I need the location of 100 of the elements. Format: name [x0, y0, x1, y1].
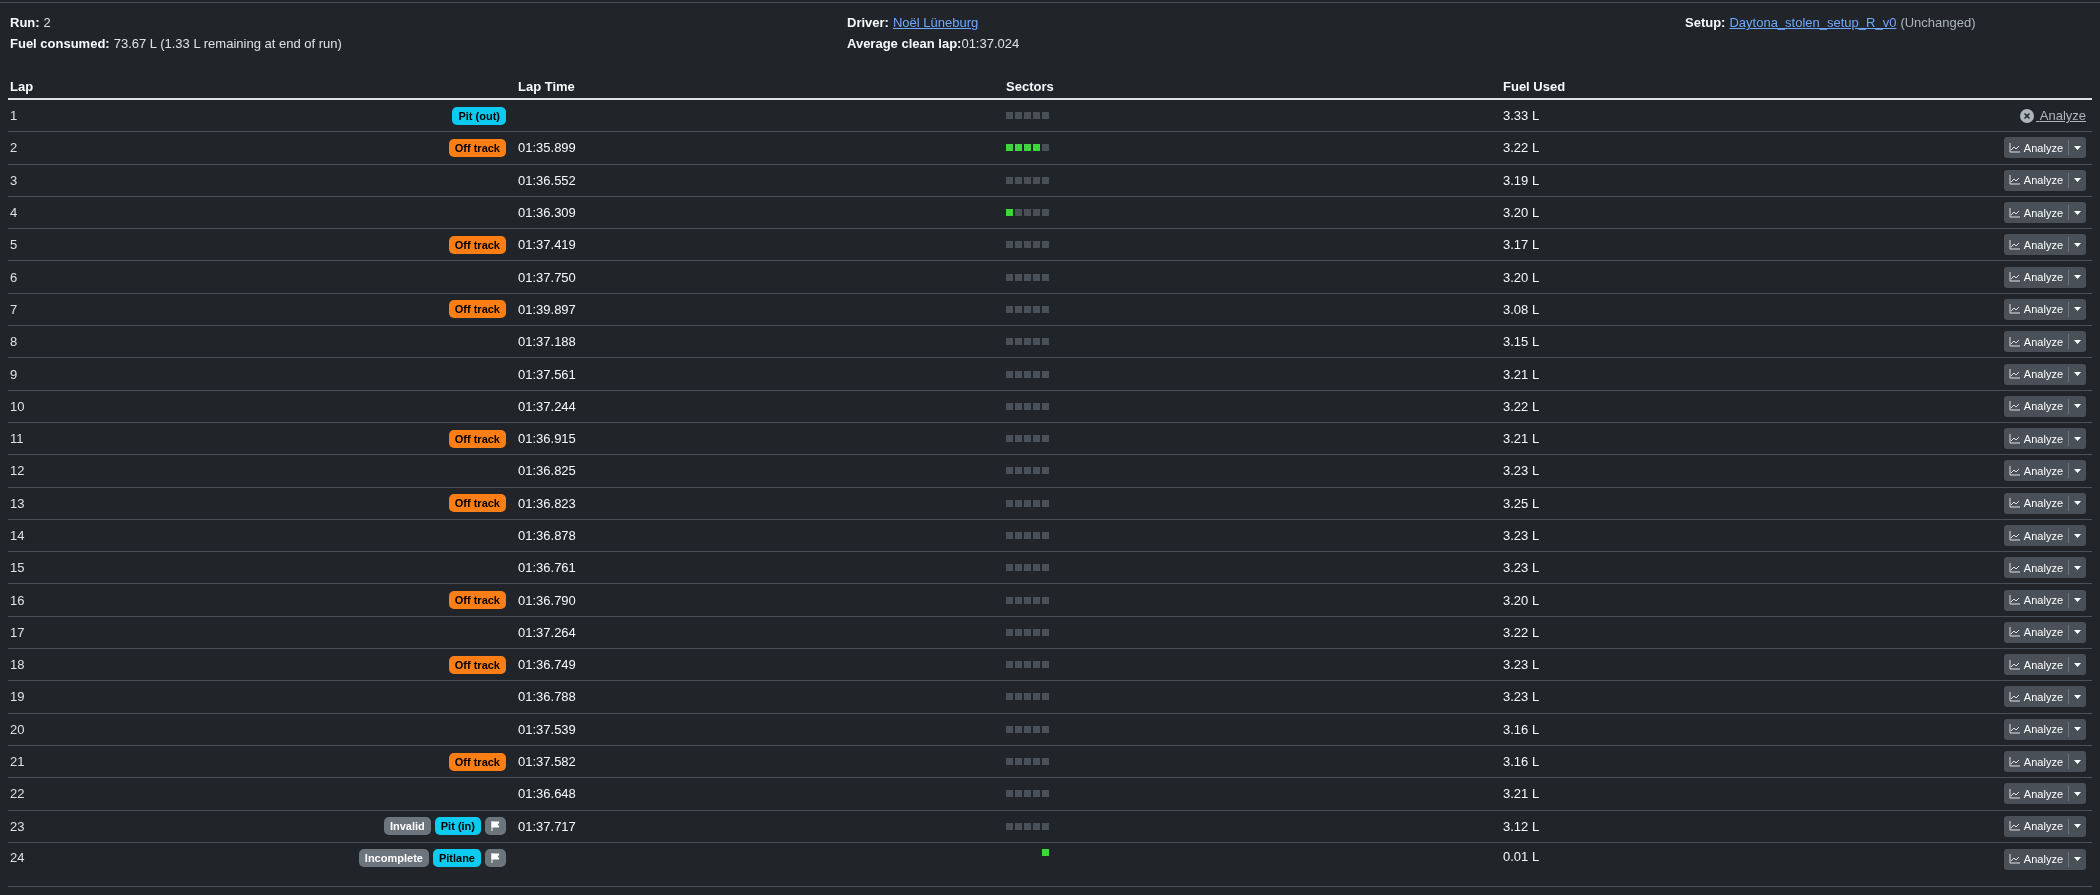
analyze-split-button[interactable]: Analyze	[2003, 815, 2086, 837]
analyze-split-button[interactable]: Analyze	[2003, 621, 2086, 643]
lap-time: 01:37.244	[518, 398, 576, 414]
analyze-split-button[interactable]: Analyze	[2003, 331, 2086, 353]
caret-icon	[2074, 695, 2081, 699]
chart-line-icon	[2008, 465, 2020, 476]
caret-icon	[2074, 210, 2081, 215]
analyze-split-button[interactable]: Analyze	[2003, 363, 2086, 385]
lap-time: 01:36.825	[518, 463, 576, 479]
analyze-button[interactable]: Analyze	[2003, 686, 2068, 708]
fuel-used: 3.16 L	[1503, 754, 1540, 770]
analyze-button[interactable]: Analyze	[2003, 621, 2068, 643]
fuel-used: 3.22 L	[1503, 140, 1540, 156]
analyze-split-button[interactable]: Analyze	[2003, 460, 2086, 482]
analyze-button[interactable]: Analyze	[2003, 169, 2068, 191]
column-header: Lap	[9, 79, 35, 94]
analyze-split-button[interactable]: Analyze	[2003, 654, 2086, 676]
setup-link[interactable]: Daytona_stolen_setup_R_v0	[1729, 15, 1897, 30]
analyze-button[interactable]: Analyze	[2003, 331, 2068, 353]
analyze-split-button[interactable]: Analyze	[2003, 234, 2086, 256]
fuel-used: 3.23 L	[1503, 560, 1540, 576]
analyze-split-button[interactable]: Analyze	[2003, 751, 2086, 773]
status-badge: Off track	[448, 655, 506, 674]
chart-line-icon	[2008, 724, 2020, 735]
caret-icon	[2074, 339, 2081, 344]
analyze-button[interactable]: Analyze	[2003, 815, 2068, 837]
lap-time: 01:36.823	[518, 495, 576, 511]
analyze-split-button[interactable]: Analyze	[2003, 202, 2086, 224]
lap-number: 15	[10, 560, 25, 576]
lap-time: 01:36.648	[518, 786, 576, 802]
analyze-button[interactable]: Analyze	[2003, 137, 2068, 159]
lap-number: 20	[10, 721, 25, 737]
fuel-value: 73.67 L (1.33 L remaining at end of run)	[113, 36, 342, 51]
lap-number: 7	[10, 301, 18, 317]
analyze-split-button[interactable]: Analyze	[2003, 492, 2086, 514]
fuel-used: 3.17 L	[1503, 237, 1540, 253]
chart-line-icon	[2008, 272, 2020, 283]
chart-line-icon	[2008, 142, 2020, 153]
chart-line-icon	[2008, 239, 2020, 250]
analyze-button[interactable]: Analyze	[2003, 718, 2068, 740]
caret-icon	[2074, 630, 2081, 635]
lap-number: 21	[10, 754, 25, 770]
analyze-split-button[interactable]: Analyze	[2003, 589, 2086, 611]
analyze-button[interactable]: Analyze	[2003, 395, 2068, 417]
analyze-button[interactable]: Analyze	[2003, 557, 2068, 579]
analyze-split-button[interactable]: Analyze	[2003, 848, 2086, 870]
status-badge: Pit (in)	[434, 817, 481, 836]
analyze-split-button[interactable]: Analyze	[2003, 395, 2086, 417]
caret-icon	[2074, 242, 2081, 247]
analyze-split-button[interactable]: Analyze	[2003, 686, 2086, 708]
lap-time: 01:35.899	[518, 140, 576, 156]
analyze-button[interactable]: Analyze	[2003, 266, 2068, 288]
chart-line-icon	[2008, 401, 2020, 412]
analyze-split-button[interactable]: Analyze	[2003, 428, 2086, 450]
lap-time: 01:36.878	[518, 528, 576, 543]
analyze-button[interactable]: Analyze	[2003, 234, 2068, 256]
analyze-button[interactable]: Analyze	[2003, 460, 2068, 482]
lap-time: 01:39.897	[518, 301, 576, 317]
analyze-split-button[interactable]: Analyze	[2003, 557, 2086, 579]
analyze-split-button[interactable]: Analyze	[2003, 169, 2086, 191]
lap-number: 22	[10, 786, 25, 802]
analyze-button[interactable]: Analyze	[2003, 492, 2068, 514]
analyze-button[interactable]: Analyze	[2003, 525, 2068, 546]
analyze-split-button[interactable]: Analyze	[2003, 783, 2086, 805]
caret-icon	[2074, 275, 2081, 280]
analyze-button[interactable]: Analyze	[2003, 202, 2068, 224]
analyze-split-button[interactable]: Analyze	[2003, 718, 2086, 740]
lap-time: 01:36.749	[518, 657, 576, 673]
analyze-button[interactable]: Analyze	[2003, 428, 2068, 450]
lap-number: 14	[10, 528, 25, 543]
analyze-button[interactable]: Analyze	[2003, 298, 2068, 320]
analyze-button[interactable]: Analyze	[2003, 848, 2068, 870]
analyze-split-button[interactable]: Analyze	[2003, 525, 2086, 546]
chart-line-icon	[2008, 530, 2020, 541]
analyze-button[interactable]: Analyze	[2003, 751, 2068, 773]
analyze-button[interactable]: Analyze	[2003, 589, 2068, 611]
status-badge: Incomplete	[358, 848, 429, 867]
lap-number: 3	[10, 172, 18, 188]
caret-icon	[2074, 791, 2081, 796]
fuel-used: 3.20 L	[1503, 269, 1540, 285]
driver-link[interactable]: Noël Lüneburg	[892, 15, 979, 30]
analyze-button[interactable]: Analyze	[2003, 363, 2068, 385]
analyze-button[interactable]: Analyze	[2003, 783, 2068, 805]
status-badge: Off track	[448, 429, 506, 448]
lap-time: 01:36.915	[518, 431, 576, 447]
lap-number: 18	[10, 657, 25, 673]
fuel-used: 3.19 L	[1503, 172, 1540, 188]
analyze-button[interactable]: Analyze	[2003, 654, 2068, 676]
analyze-split-button[interactable]: Analyze	[2003, 298, 2086, 320]
chart-line-icon	[2008, 595, 2020, 606]
analyze-split-button[interactable]: Analyze	[2003, 137, 2086, 159]
lap-number: 1	[10, 108, 18, 124]
setup-note: (Unchanged)	[1900, 15, 1976, 30]
caret-icon	[2074, 533, 2081, 538]
chart-line-icon	[2008, 627, 2020, 638]
caret-icon	[2074, 759, 2081, 764]
analyze-split-button[interactable]: Analyze	[2003, 266, 2086, 288]
average-lap-value: 01:37.024	[961, 36, 1020, 51]
lap-time: 01:37.539	[518, 721, 576, 737]
analyze-link[interactable]: Analyze	[2020, 108, 2086, 124]
